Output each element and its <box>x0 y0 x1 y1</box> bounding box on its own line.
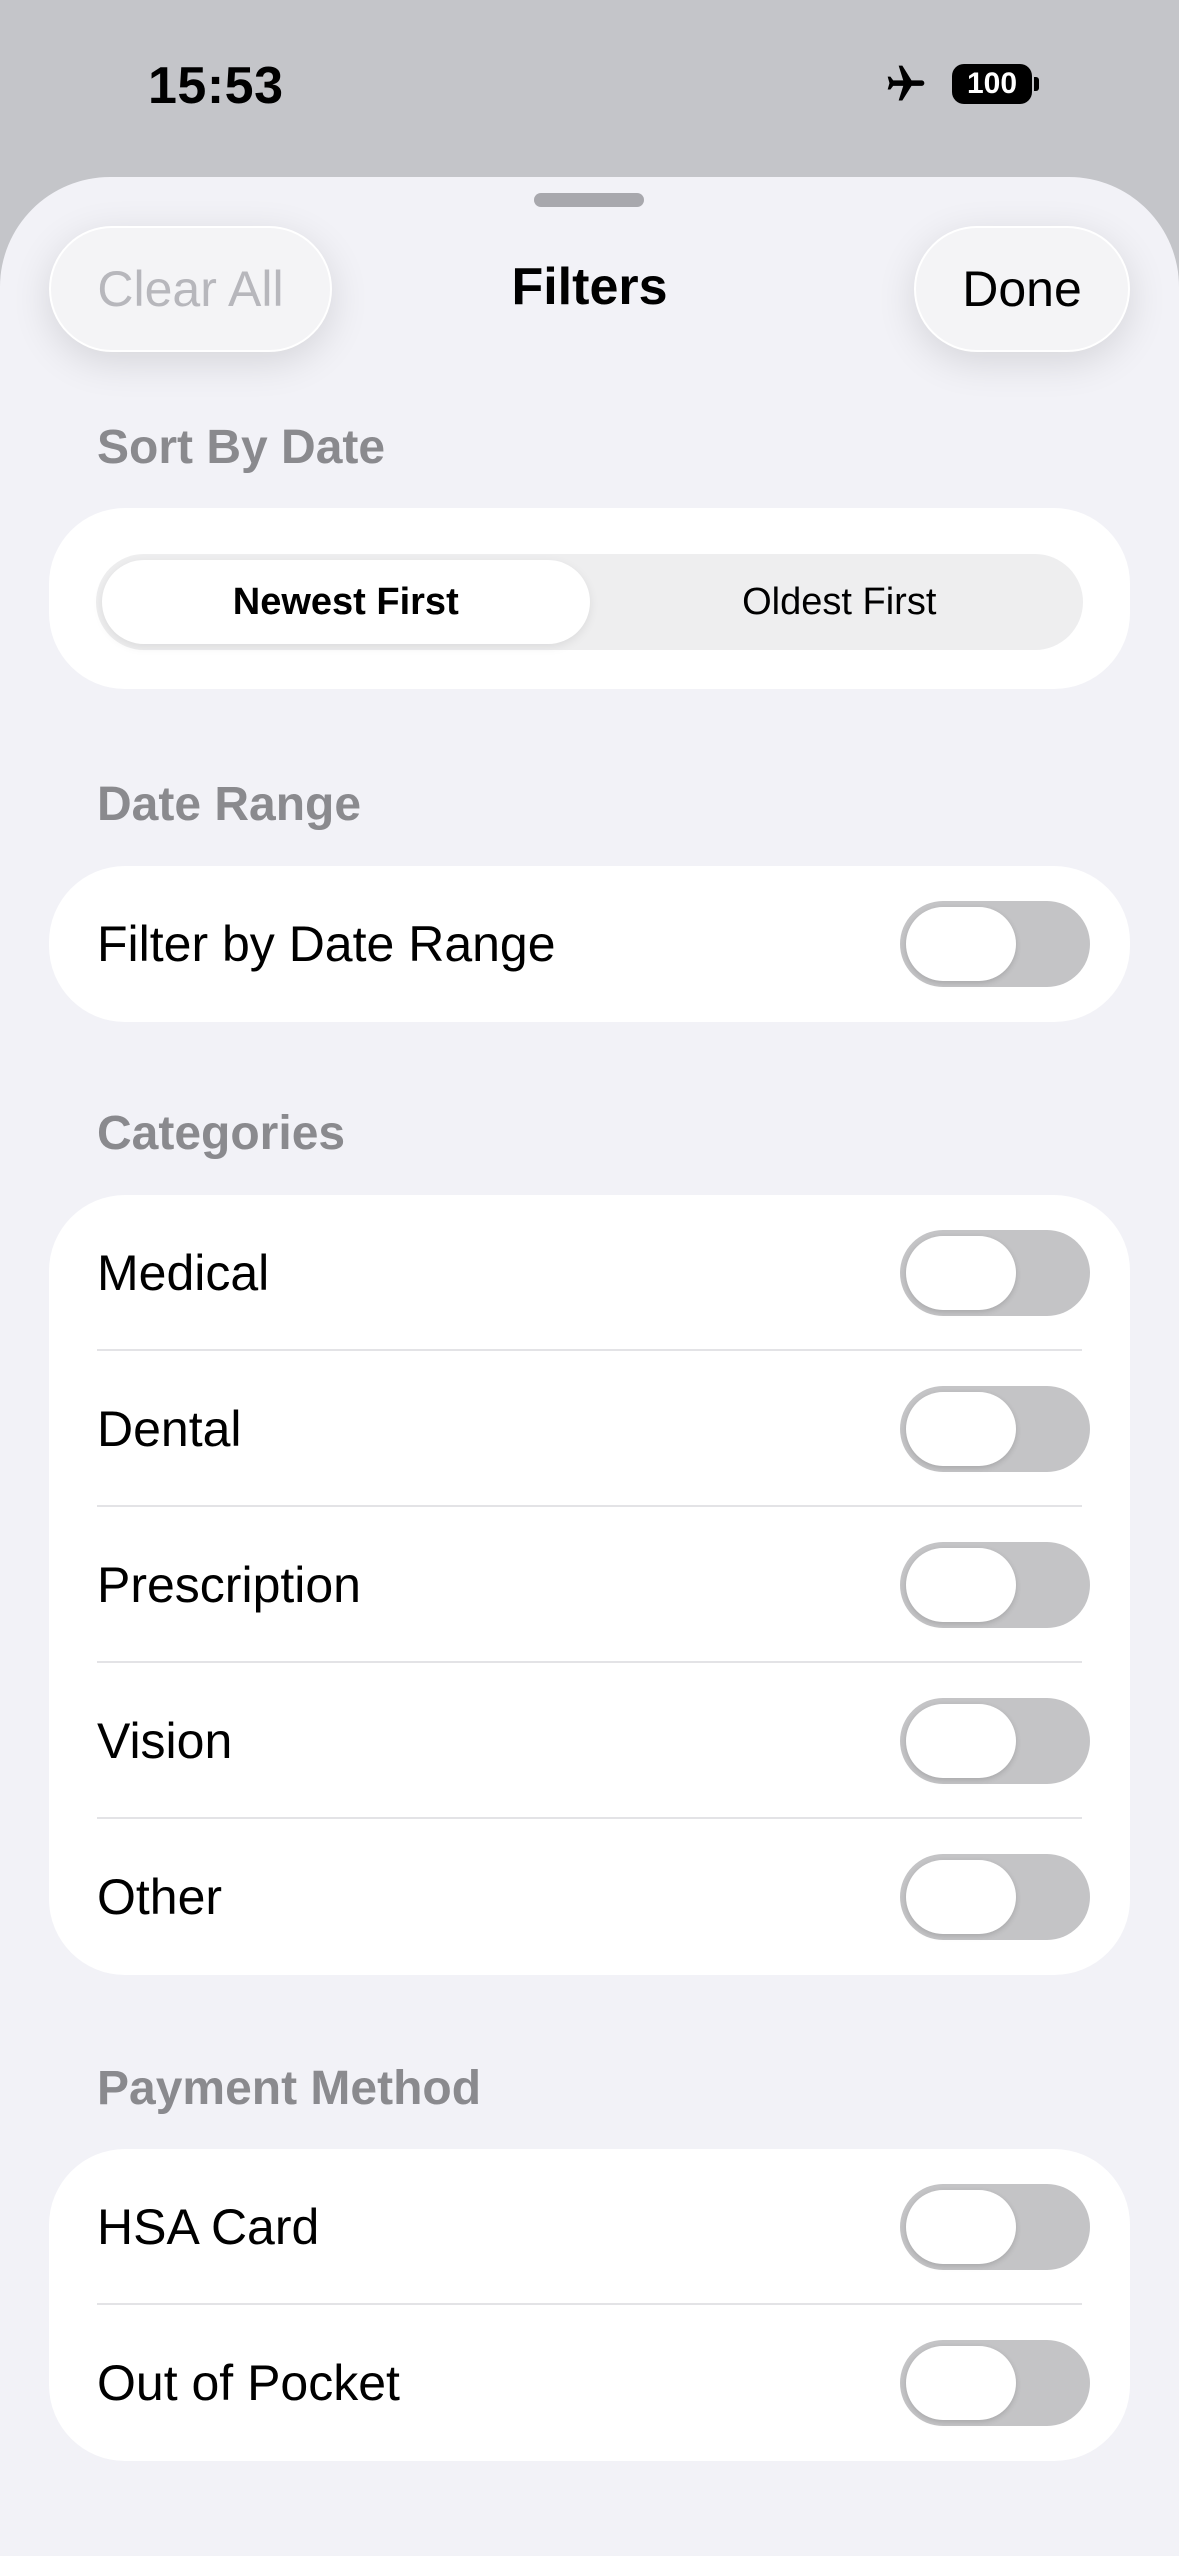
status-indicators: 100 <box>882 62 1039 106</box>
toggle-knob <box>906 907 1016 981</box>
hsa-card-toggle[interactable] <box>900 2184 1090 2270</box>
battery-icon: 100 <box>952 64 1039 104</box>
vision-toggle[interactable] <box>900 1698 1090 1784</box>
battery-level: 100 <box>952 64 1032 104</box>
row-vision[interactable]: Vision <box>49 1663 1130 1819</box>
row-label: Filter by Date Range <box>97 916 556 972</box>
toggle-knob <box>906 1704 1016 1778</box>
date-range-card: Filter by Date Range <box>49 866 1130 1022</box>
filters-sheet: Clear All Filters Done Sort By Date Newe… <box>0 177 1179 2556</box>
row-prescription[interactable]: Prescription <box>49 1507 1130 1663</box>
airplane-icon <box>882 62 930 106</box>
toggle-knob <box>906 1548 1016 1622</box>
section-header-payment-method: Payment Method <box>97 2062 482 2115</box>
row-medical[interactable]: Medical <box>49 1195 1130 1351</box>
row-dental[interactable]: Dental <box>49 1351 1130 1507</box>
dental-toggle[interactable] <box>900 1386 1090 1472</box>
section-header-date-range: Date Range <box>97 778 362 831</box>
row-label: Other <box>97 1869 223 1925</box>
date-range-toggle[interactable] <box>900 901 1090 987</box>
row-label: Medical <box>97 1245 270 1301</box>
battery-cap <box>1034 77 1039 91</box>
toggle-knob <box>906 1392 1016 1466</box>
row-filter-by-date-range[interactable]: Filter by Date Range <box>49 866 1130 1022</box>
toggle-knob <box>906 1860 1016 1934</box>
sheet-grabber[interactable] <box>534 193 644 207</box>
screen: 15:53 100 Clear All Filters Done Sort By… <box>0 0 1179 2556</box>
sort-segmented-control: Newest First Oldest First <box>96 554 1083 650</box>
row-label: Vision <box>97 1713 233 1769</box>
categories-card: Medical Dental Prescription Vision Other <box>49 1195 1130 1975</box>
row-label: HSA Card <box>97 2199 320 2255</box>
segment-newest-first[interactable]: Newest First <box>102 560 590 644</box>
row-label: Dental <box>97 1401 242 1457</box>
prescription-toggle[interactable] <box>900 1542 1090 1628</box>
row-label: Prescription <box>97 1557 361 1613</box>
status-time: 15:53 <box>148 57 284 115</box>
toggle-knob <box>906 2190 1016 2264</box>
out-of-pocket-toggle[interactable] <box>900 2340 1090 2426</box>
row-other[interactable]: Other <box>49 1819 1130 1975</box>
other-toggle[interactable] <box>900 1854 1090 1940</box>
section-header-sort: Sort By Date <box>97 421 386 474</box>
sort-card: Newest First Oldest First <box>49 508 1130 689</box>
toggle-knob <box>906 2346 1016 2420</box>
row-label: Out of Pocket <box>97 2355 400 2411</box>
row-out-of-pocket[interactable]: Out of Pocket <box>49 2305 1130 2461</box>
toggle-knob <box>906 1236 1016 1310</box>
medical-toggle[interactable] <box>900 1230 1090 1316</box>
segment-oldest-first[interactable]: Oldest First <box>596 554 1084 650</box>
section-header-categories: Categories <box>97 1107 346 1160</box>
payment-method-card: HSA Card Out of Pocket <box>49 2149 1130 2461</box>
done-button[interactable]: Done <box>914 226 1130 352</box>
row-hsa-card[interactable]: HSA Card <box>49 2149 1130 2305</box>
